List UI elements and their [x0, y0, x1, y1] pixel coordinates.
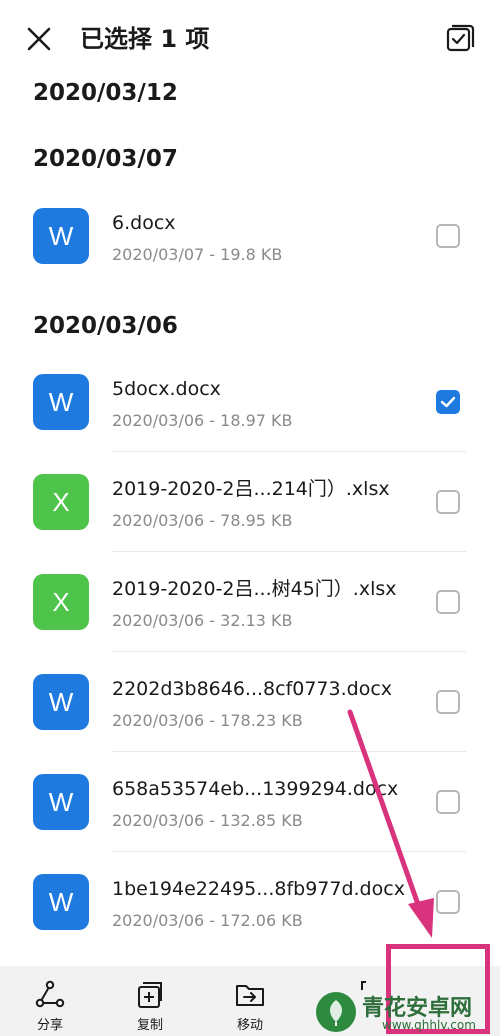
file-row[interactable]: W 1be194e22495...8fb977d.docx 2020/03/06… — [0, 852, 500, 952]
watermark-logo — [316, 992, 356, 1032]
file-meta: 2020/03/06 - 132.85 KB — [112, 811, 303, 830]
file-row[interactable]: W 5docx.docx 2020/03/06 - 18.97 KB — [0, 352, 500, 452]
copy-icon — [138, 982, 162, 1008]
file-checkbox[interactable] — [436, 590, 460, 614]
watermark: 青花安卓网 www.qhhlv.com — [316, 990, 500, 1036]
file-row[interactable]: W 6.docx 2020/03/07 - 19.8 KB — [0, 186, 500, 286]
checkmark-icon — [440, 396, 456, 408]
file-name: 5docx.docx — [112, 378, 221, 400]
file-checkbox[interactable] — [436, 224, 460, 248]
copy-button[interactable]: 复制 — [118, 966, 182, 1036]
move-folder-icon — [236, 985, 264, 1006]
file-name: 6.docx — [112, 212, 176, 234]
file-meta: 2020/03/06 - 172.06 KB — [112, 911, 303, 930]
word-file-icon: W — [33, 374, 89, 430]
file-meta: 2020/03/06 - 32.13 KB — [112, 611, 293, 630]
page-title: 已选择 1 项 — [80, 25, 210, 53]
word-file-icon: W — [33, 874, 89, 930]
file-row[interactable]: W 2202d3b8646...8cf0773.docx 2020/03/06 … — [0, 652, 500, 752]
file-name: 2202d3b8646...8cf0773.docx — [112, 678, 393, 700]
file-checkbox[interactable] — [436, 690, 460, 714]
excel-file-icon: X — [33, 574, 89, 630]
file-meta: 2020/03/06 - 178.23 KB — [112, 711, 303, 730]
share-button[interactable]: 分享 — [18, 966, 82, 1036]
excel-file-icon: X — [33, 474, 89, 530]
file-checkbox[interactable] — [436, 790, 460, 814]
file-name: 1be194e22495...8fb977d.docx — [112, 878, 405, 900]
move-label: 移动 — [236, 1018, 263, 1033]
word-file-icon: W — [33, 774, 89, 830]
watermark-url: www.qhhlv.com — [382, 1018, 476, 1032]
file-row[interactable]: W 658a53574eb...1399294.docx 2020/03/06 … — [0, 752, 500, 852]
word-file-icon: W — [33, 674, 89, 730]
date-group-header: 2020/03/12 — [33, 80, 178, 106]
close-icon[interactable] — [24, 24, 54, 54]
file-checkbox[interactable] — [436, 890, 460, 914]
file-name: 658a53574eb...1399294.docx — [112, 778, 399, 800]
file-row[interactable]: X 2019-2020-2吕...214门）.xlsx 2020/03/06 -… — [0, 452, 500, 552]
file-checkbox[interactable] — [436, 490, 460, 514]
move-button[interactable]: 移动 — [218, 966, 282, 1036]
share-icon — [35, 980, 65, 1008]
file-meta: 2020/03/06 - 18.97 KB — [112, 411, 293, 430]
select-all-icon[interactable] — [444, 22, 476, 54]
file-meta: 2020/03/07 - 19.8 KB — [112, 245, 283, 264]
file-checkbox-checked[interactable] — [436, 390, 460, 414]
file-row[interactable]: X 2019-2020-2吕...树45门）.xlsx 2020/03/06 -… — [0, 552, 500, 652]
copy-label: 复制 — [136, 1018, 163, 1033]
date-group-header: 2020/03/06 — [33, 313, 178, 339]
top-bar: 已选择 1 项 — [0, 0, 500, 78]
word-file-icon: W — [33, 208, 89, 264]
file-name: 2019-2020-2吕...树45门）.xlsx — [112, 578, 397, 600]
file-meta: 2020/03/06 - 78.95 KB — [112, 511, 293, 530]
file-name: 2019-2020-2吕...214门）.xlsx — [112, 478, 390, 500]
share-label: 分享 — [36, 1018, 63, 1033]
date-group-header: 2020/03/07 — [33, 146, 178, 172]
